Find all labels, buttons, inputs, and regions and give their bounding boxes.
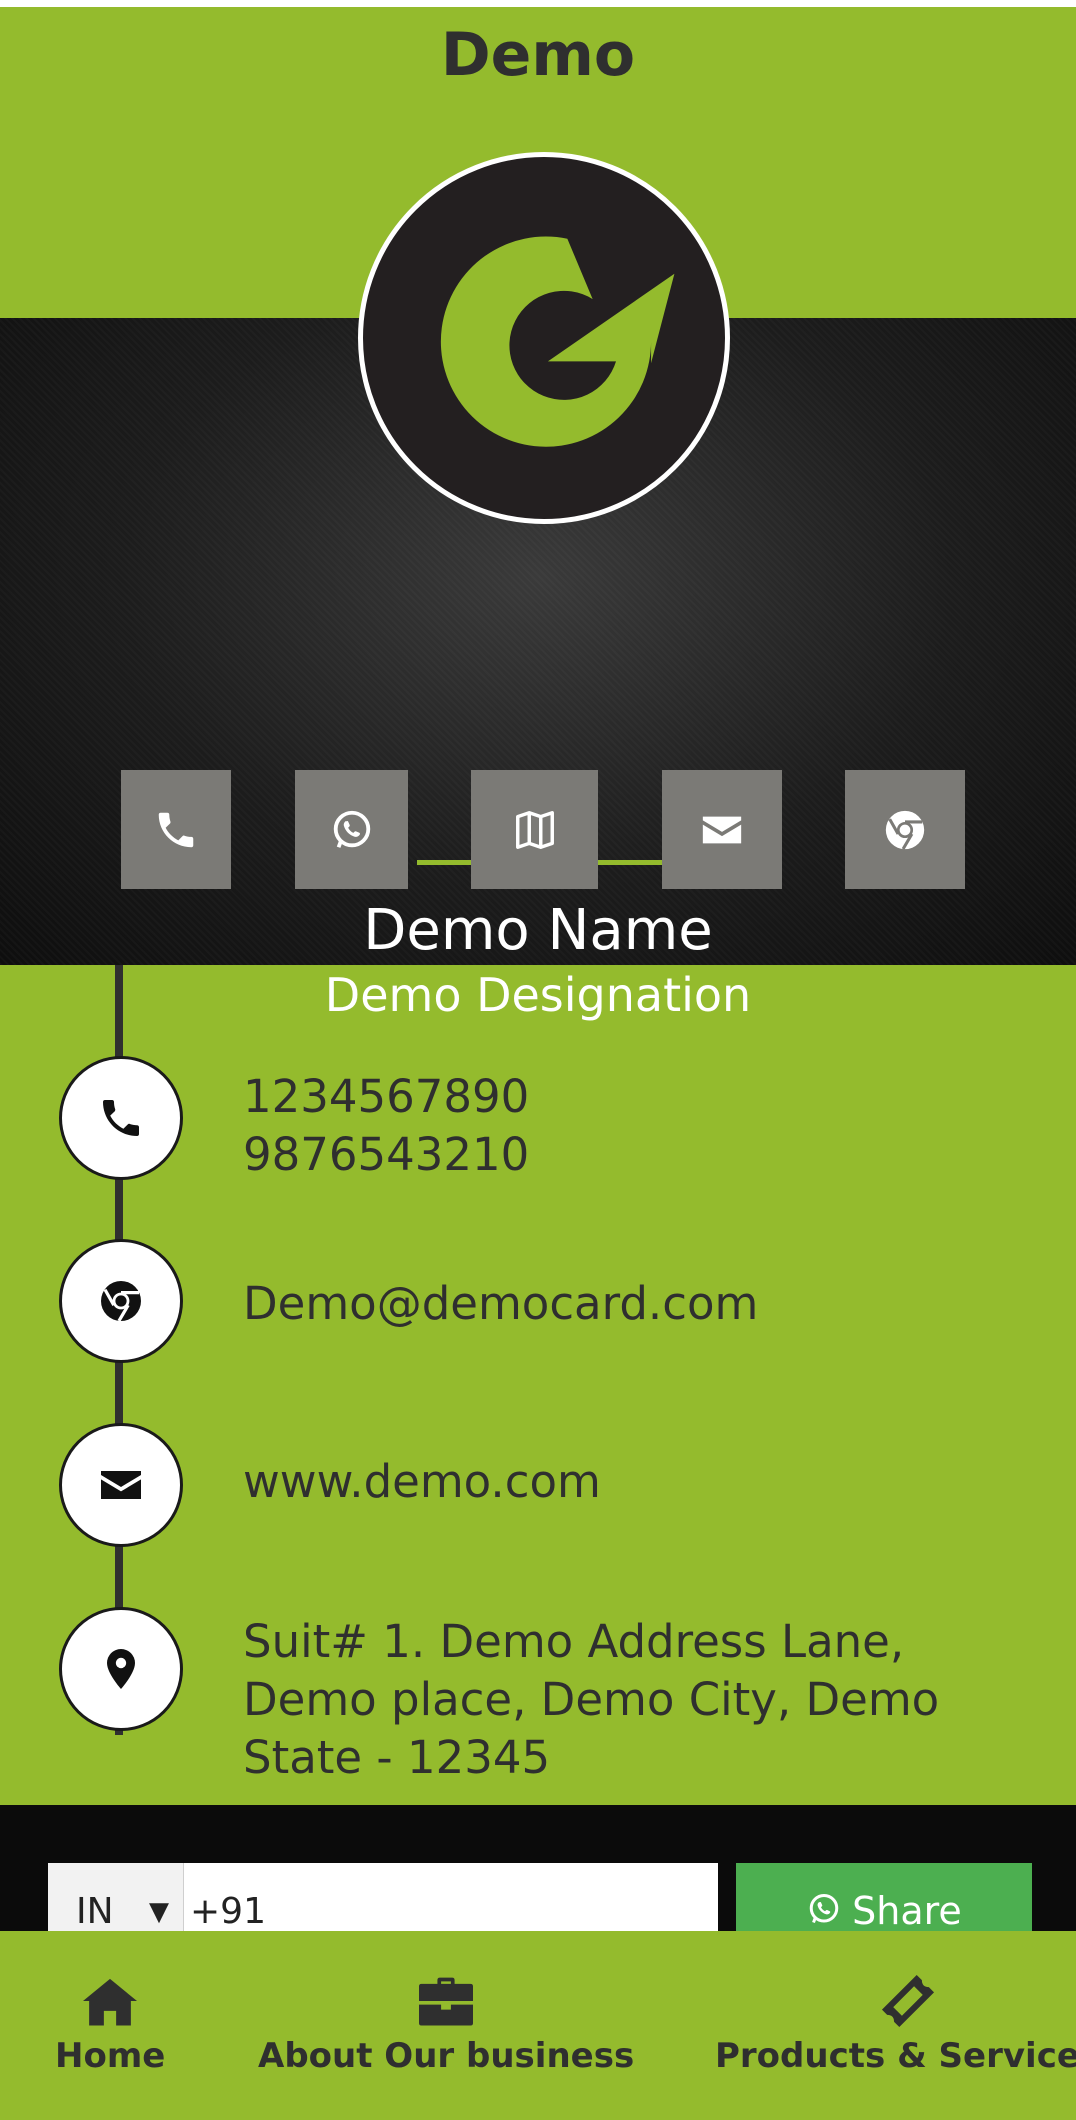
contact-email-button[interactable] — [59, 1423, 183, 1547]
contact-address-button[interactable] — [59, 1607, 183, 1731]
home-icon — [83, 1978, 138, 2026]
contact-email-text[interactable]: Demo@democard.com — [243, 1275, 758, 1333]
nav-home[interactable]: Home — [55, 1974, 165, 2076]
envelope-icon — [101, 1471, 141, 1499]
nav-products-label: Products & Services — [715, 2036, 1076, 2076]
briefcase-icon — [419, 1977, 474, 2026]
contact-website-text[interactable]: www.demo.com — [243, 1453, 601, 1511]
ticket-icon — [881, 1974, 934, 2028]
quick-website-button[interactable] — [845, 770, 965, 889]
share-phone-input[interactable]: +91 — [184, 1863, 718, 1932]
profile-name: Demo Name — [363, 898, 713, 963]
page-title: Demo — [440, 20, 636, 90]
nav-about[interactable]: About Our business — [258, 1974, 634, 2076]
map-icon — [515, 810, 554, 849]
country-select[interactable]: IN ▼ — [48, 1863, 184, 1932]
phone-number-2[interactable]: 9876543210 — [243, 1126, 529, 1184]
phone-icon — [103, 1100, 139, 1136]
quick-map-button[interactable] — [471, 770, 598, 889]
quick-email-button[interactable] — [662, 770, 782, 889]
address-line-3: State - 12345 — [243, 1731, 551, 1784]
phone-input-value: +91 — [190, 1891, 266, 1932]
envelope-icon — [702, 816, 742, 843]
chrome-icon — [101, 1281, 141, 1322]
contact-address[interactable]: Suit# 1. Demo Address Lane, Demo place, … — [243, 1613, 939, 1787]
location-pin-icon — [107, 1649, 135, 1689]
address-line-1: Suit# 1. Demo Address Lane, — [243, 1615, 905, 1668]
country-code: IN — [76, 1891, 114, 1932]
company-logo — [358, 152, 730, 524]
nav-products[interactable]: Products & Services — [715, 1974, 1076, 2076]
top-strip — [0, 0, 1076, 7]
nav-about-label: About Our business — [258, 2036, 635, 2076]
address-line-2: Demo place, Demo City, Demo — [243, 1673, 940, 1726]
profile-designation: Demo Designation — [324, 968, 752, 1022]
share-button[interactable]: Share — [736, 1863, 1032, 1933]
dropdown-arrow-icon: ▼ — [149, 1897, 169, 1927]
chrome-icon — [885, 810, 925, 850]
phone-number-1[interactable]: 1234567890 — [243, 1068, 529, 1126]
quick-call-button[interactable] — [121, 770, 231, 889]
phone-icon — [158, 812, 194, 847]
whatsapp-icon — [333, 810, 370, 848]
whatsapp-icon — [809, 1894, 839, 1924]
quick-whatsapp-button[interactable] — [295, 770, 408, 889]
contact-web-button[interactable] — [59, 1239, 183, 1363]
contact-phone-numbers[interactable]: 1234567890 9876543210 — [243, 1068, 529, 1184]
share-button-label: Share — [852, 1889, 962, 1933]
nav-home-label: Home — [55, 2036, 166, 2076]
contact-phone-button[interactable] — [59, 1056, 183, 1180]
